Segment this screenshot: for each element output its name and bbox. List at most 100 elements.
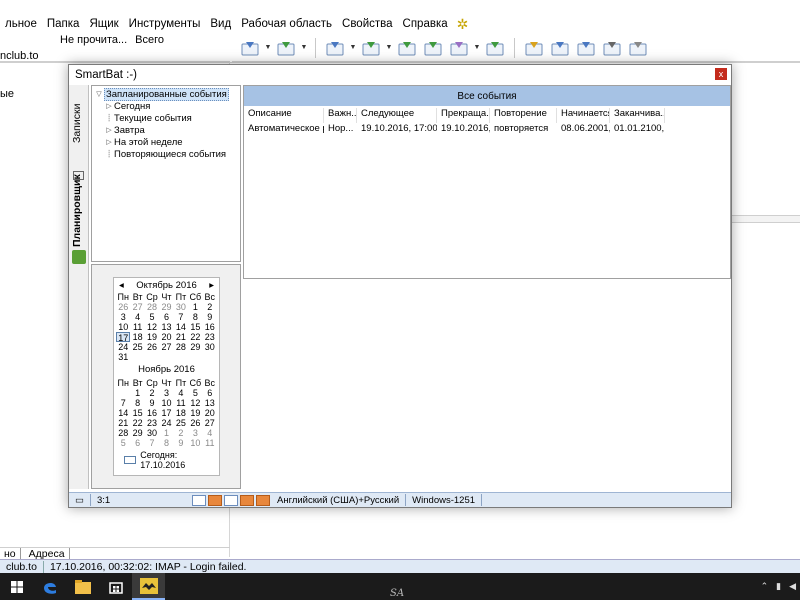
calendar-day[interactable]: 8 bbox=[188, 312, 202, 322]
today-label[interactable]: Сегодня: 17.10.2016 bbox=[140, 450, 219, 470]
spell-icon[interactable] bbox=[239, 494, 254, 506]
calendar-day[interactable]: 30 bbox=[145, 428, 159, 438]
calendar-day[interactable]: 21 bbox=[174, 332, 188, 342]
compose-icon[interactable] bbox=[323, 37, 347, 59]
calendar-day[interactable]: 20 bbox=[159, 332, 173, 342]
explorer-icon[interactable] bbox=[66, 573, 99, 600]
menu-item[interactable]: Рабочая область bbox=[236, 18, 337, 30]
calendar-day[interactable]: 10 bbox=[188, 438, 202, 448]
calendar-day[interactable]: 27 bbox=[203, 418, 217, 428]
calendar-day[interactable]: 13 bbox=[203, 398, 217, 408]
calendar-day[interactable]: 2 bbox=[174, 428, 188, 438]
tray-volume-icon[interactable]: ◀ bbox=[789, 581, 796, 592]
calendar-day[interactable]: 11 bbox=[203, 438, 217, 448]
calendar-day[interactable]: 7 bbox=[174, 312, 188, 322]
get-mail-icon[interactable] bbox=[274, 37, 298, 59]
calendar-day[interactable]: 27 bbox=[159, 342, 173, 352]
calendar-day[interactable]: 22 bbox=[130, 418, 144, 428]
send-icon[interactable] bbox=[447, 37, 471, 59]
tab-mail[interactable]: но bbox=[0, 548, 21, 560]
menu-item[interactable]: Вид bbox=[205, 18, 236, 30]
calendar-day-today[interactable]: 17 bbox=[116, 332, 131, 343]
receive-icon[interactable] bbox=[395, 37, 419, 59]
calendar-day[interactable]: 2 bbox=[145, 388, 159, 398]
calendar-day[interactable]: 30 bbox=[174, 302, 188, 312]
calendar-day[interactable]: 23 bbox=[145, 418, 159, 428]
calendar-day[interactable]: 3 bbox=[159, 388, 173, 398]
print-receive-icon[interactable] bbox=[483, 37, 507, 59]
edge-icon[interactable] bbox=[33, 573, 66, 600]
calendar-day[interactable]: 3 bbox=[116, 312, 130, 322]
calendar-day[interactable]: 29 bbox=[130, 428, 144, 438]
calendar-day[interactable]: 17 bbox=[159, 408, 173, 418]
calendar-day[interactable]: 9 bbox=[145, 398, 159, 408]
calendar-day[interactable]: 5 bbox=[116, 438, 130, 448]
calendar-day[interactable]: 22 bbox=[188, 332, 202, 342]
calendar-day[interactable]: 20 bbox=[203, 408, 217, 418]
column-header[interactable]: Заканчива... bbox=[610, 108, 665, 123]
search-icon[interactable] bbox=[548, 37, 572, 59]
forward-back-icon[interactable] bbox=[421, 37, 445, 59]
thebat-icon[interactable] bbox=[132, 573, 165, 600]
keyboard-language[interactable]: Английский (США)+Русский bbox=[271, 495, 405, 506]
column-unread[interactable]: Не прочита... bbox=[60, 34, 127, 48]
column-header[interactable]: Начинается bbox=[557, 108, 610, 123]
calendar-day[interactable]: 14 bbox=[174, 322, 188, 332]
expand-arrow-icon[interactable]: ▽ bbox=[94, 90, 104, 98]
calendar-day[interactable]: 30 bbox=[203, 342, 217, 352]
menu-item[interactable]: Инструменты bbox=[124, 18, 206, 30]
calendar-day[interactable]: 11 bbox=[174, 398, 188, 408]
column-header[interactable]: Прекраща... bbox=[437, 108, 490, 123]
calendar-day[interactable]: 16 bbox=[145, 408, 159, 418]
calendar-day[interactable]: 2 bbox=[203, 302, 217, 312]
calendar-day[interactable]: 28 bbox=[174, 342, 188, 352]
scheduler-icon[interactable] bbox=[72, 250, 86, 264]
calendar-day[interactable]: 7 bbox=[145, 438, 159, 448]
calendar-day[interactable]: 29 bbox=[159, 302, 173, 312]
trash-icon[interactable] bbox=[626, 37, 650, 59]
calendar-day[interactable]: 25 bbox=[130, 342, 144, 352]
bat-icon[interactable]: ✲ bbox=[453, 16, 473, 33]
calendar-day[interactable]: 23 bbox=[203, 332, 217, 342]
format-icon[interactable] bbox=[207, 494, 222, 506]
calendar-day[interactable]: 15 bbox=[130, 408, 144, 418]
calendar-day[interactable]: 6 bbox=[203, 388, 217, 398]
new-mail-icon[interactable] bbox=[238, 37, 262, 59]
dropdown-arrow-icon[interactable]: ▼ bbox=[300, 44, 308, 51]
calendar-day[interactable]: 4 bbox=[130, 312, 144, 322]
expand-arrow-icon[interactable]: ▷ bbox=[104, 138, 114, 146]
column-header[interactable]: Описание bbox=[244, 108, 324, 123]
calendar-day[interactable]: 19 bbox=[188, 408, 202, 418]
calendar-day[interactable]: 3 bbox=[188, 428, 202, 438]
column-total[interactable]: Всего bbox=[135, 34, 164, 48]
calendar-day[interactable]: 25 bbox=[174, 418, 188, 428]
menu-item[interactable]: Ящик bbox=[84, 18, 123, 30]
calendar-day[interactable]: 9 bbox=[203, 312, 217, 322]
calendar-day[interactable]: 26 bbox=[116, 302, 130, 312]
tree-item[interactable]: ▷ Завтра bbox=[92, 124, 240, 136]
page-icon[interactable] bbox=[191, 494, 206, 506]
download-icon[interactable] bbox=[359, 37, 383, 59]
calendar-day[interactable]: 16 bbox=[203, 322, 217, 332]
calendar-day[interactable]: 5 bbox=[188, 388, 202, 398]
next-month-icon[interactable]: ▸ bbox=[209, 280, 214, 291]
calendar-day[interactable]: 24 bbox=[159, 418, 173, 428]
calendar-day[interactable]: 31 bbox=[116, 352, 130, 362]
calendar-day[interactable]: 24 bbox=[116, 342, 130, 352]
store-icon[interactable] bbox=[99, 573, 132, 600]
menu-item[interactable]: Папка bbox=[42, 18, 85, 30]
calendar-day[interactable]: 15 bbox=[188, 322, 202, 332]
calendar-day[interactable]: 12 bbox=[145, 322, 159, 332]
tree-item[interactable]: ▷ На этой неделе bbox=[92, 136, 240, 148]
save-icon[interactable] bbox=[574, 37, 598, 59]
calendar-day[interactable]: 4 bbox=[174, 388, 188, 398]
calendar-day[interactable]: 27 bbox=[130, 302, 144, 312]
dropdown-arrow-icon[interactable]: ▼ bbox=[349, 44, 357, 51]
calendar-day[interactable]: 18 bbox=[174, 408, 188, 418]
today-link[interactable]: Сегодня: 17.10.2016 bbox=[114, 450, 219, 470]
column-header[interactable]: Повторение bbox=[490, 108, 557, 123]
expand-arrow-icon[interactable]: ▷ bbox=[104, 126, 114, 134]
encoding[interactable]: Windows-1251 bbox=[406, 495, 481, 506]
column-header[interactable]: Следующее bbox=[357, 108, 437, 123]
calendar-day[interactable]: 4 bbox=[203, 428, 217, 438]
